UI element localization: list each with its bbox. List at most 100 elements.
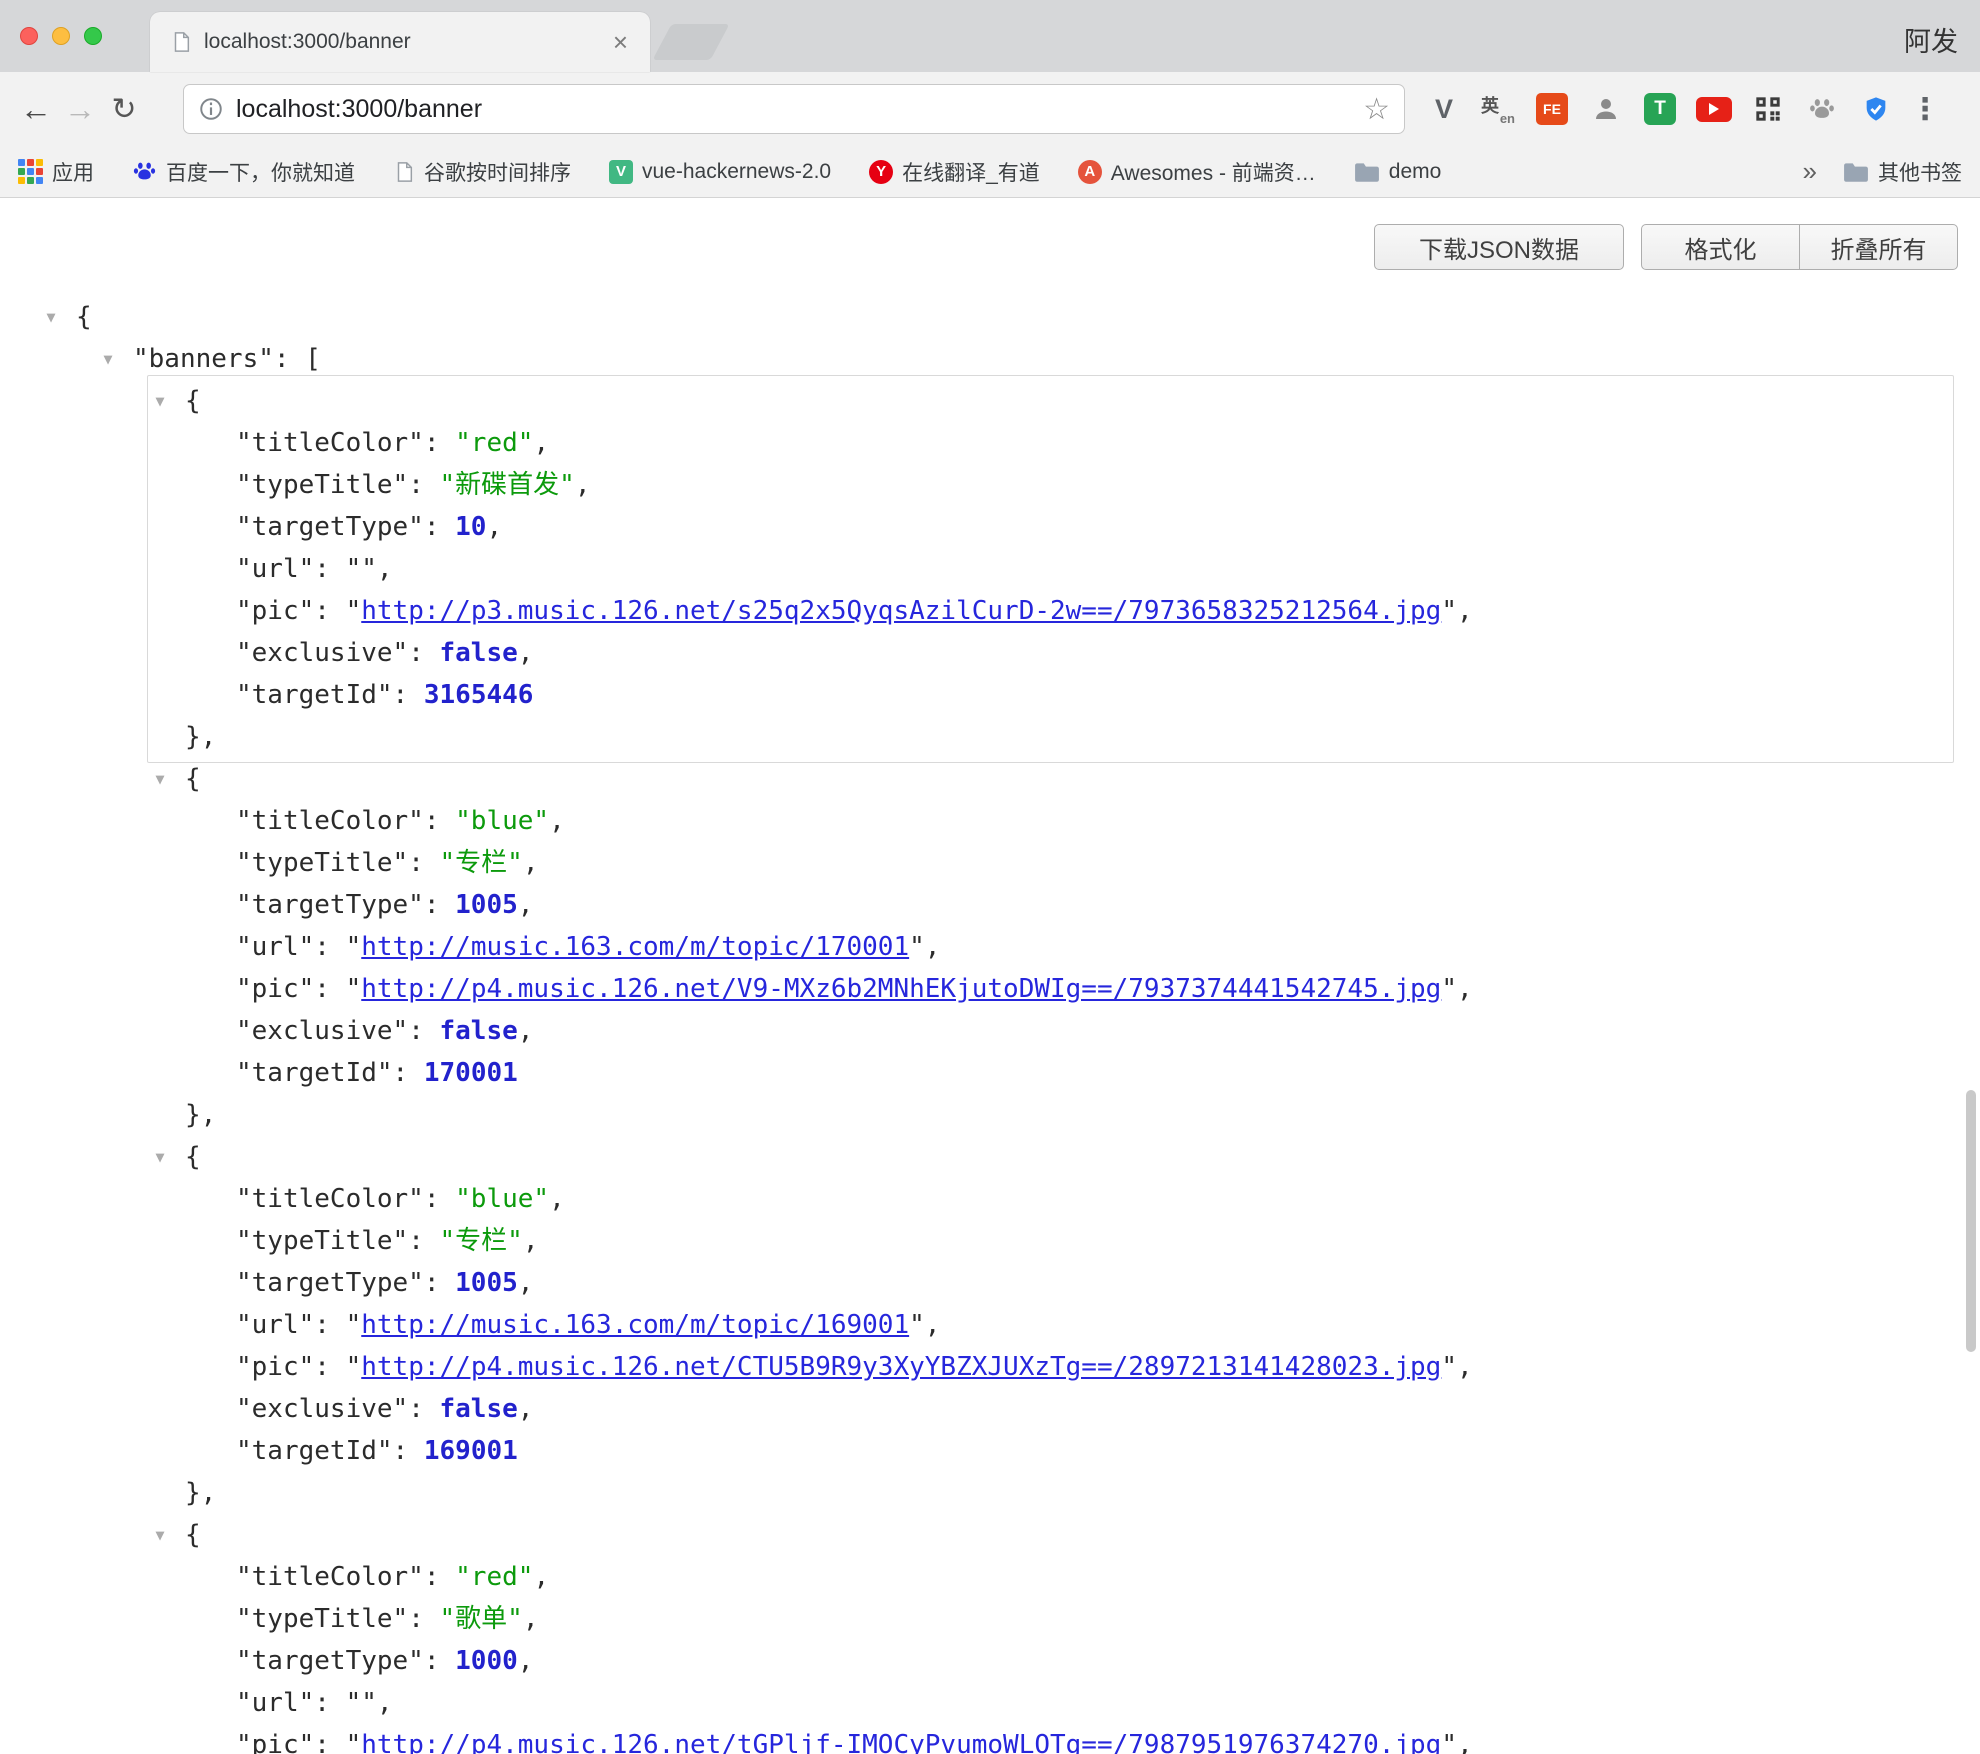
json-token-p: : xyxy=(408,1394,439,1424)
json-token-p: , xyxy=(549,806,565,836)
json-token-k: "targetType" xyxy=(236,512,424,542)
menu-dots-icon[interactable]: ⋮ xyxy=(1903,87,1947,131)
json-token-p: : xyxy=(408,470,439,500)
json-token-k: "exclusive" xyxy=(236,1016,408,1046)
json-token-p: : xyxy=(408,1016,439,1046)
bookmark-star-icon[interactable]: ☆ xyxy=(1363,92,1390,127)
extension-security-shield[interactable] xyxy=(1849,85,1903,133)
json-token-p: : xyxy=(424,512,455,542)
page-icon xyxy=(393,160,415,184)
json-line: "url": "", xyxy=(0,1682,1980,1724)
other-bookmarks-folder[interactable]: 其他书签 xyxy=(1843,157,1962,187)
extension-fe-helper[interactable]: FE xyxy=(1525,85,1579,133)
url-text[interactable]: localhost:3000/banner xyxy=(236,95,1363,124)
collapse-triangle-icon[interactable]: ▼ xyxy=(149,758,171,800)
collapse-triangle-icon[interactable]: ▼ xyxy=(149,1514,171,1556)
json-token-n: 1000 xyxy=(455,1646,518,1676)
json-token-p: " xyxy=(346,932,362,962)
json-token-p: : xyxy=(408,1226,439,1256)
json-token-p: : xyxy=(393,1436,424,1466)
bookmark-label: demo xyxy=(1389,160,1442,184)
extension-contacts[interactable] xyxy=(1579,85,1633,133)
bookmarks-overflow-chevron[interactable]: » xyxy=(1803,156,1817,187)
json-token-b: false xyxy=(440,1016,518,1046)
json-token-k: "pic" xyxy=(236,1352,314,1382)
json-line: "titleColor": "red", xyxy=(0,422,1980,464)
bookmark-item[interactable]: AAwesomes - 前端资… xyxy=(1078,157,1316,187)
extension-translate[interactable]: 英en xyxy=(1471,85,1525,133)
fe-helper-icon: FE xyxy=(1536,93,1568,125)
json-link[interactable]: http://p3.music.126.net/s25q2x5QyqsAzilC… xyxy=(361,596,1441,626)
json-link[interactable]: http://music.163.com/m/topic/170001 xyxy=(361,932,909,962)
json-line: "targetId": 170001 xyxy=(0,1052,1980,1094)
json-token-p: , xyxy=(1457,1352,1473,1382)
json-line: ▼{ xyxy=(0,758,1980,800)
bookmark-item[interactable]: 谷歌按时间排序 xyxy=(393,157,571,187)
collapse-triangle-icon[interactable]: ▼ xyxy=(40,296,62,338)
extension-qr-code[interactable] xyxy=(1741,85,1795,133)
minimize-window-button[interactable] xyxy=(52,27,70,45)
json-token-b: false xyxy=(440,1394,518,1424)
bookmark-item[interactable]: 应用 xyxy=(18,157,94,187)
extension-vimium[interactable]: V xyxy=(1417,85,1471,133)
browser-tab[interactable]: localhost:3000/banner × xyxy=(150,12,650,72)
json-link[interactable]: http://p4.music.126.net/CTU5B9R9y3XyYBZX… xyxy=(361,1352,1441,1382)
json-token-p: { xyxy=(185,764,201,794)
json-token-p: : xyxy=(424,1562,455,1592)
forward-icon: → xyxy=(58,87,102,131)
back-icon[interactable]: ← xyxy=(14,87,58,131)
reload-icon[interactable]: ↻ xyxy=(102,87,146,131)
json-token-n: 170001 xyxy=(424,1058,518,1088)
json-token-k: "targetId" xyxy=(236,680,393,710)
json-token-p: , xyxy=(377,1688,393,1718)
profile-name[interactable]: 阿发 xyxy=(1904,20,1958,59)
json-token-p: : xyxy=(314,554,345,584)
json-token-p: , xyxy=(549,1184,565,1214)
bookmark-item[interactable]: Y在线翻译_有道 xyxy=(869,157,1040,187)
json-line: "exclusive": false, xyxy=(0,1010,1980,1052)
json-token-k: "url" xyxy=(236,932,314,962)
json-token-k: "targetType" xyxy=(236,1268,424,1298)
tab-title: localhost:3000/banner xyxy=(204,30,611,54)
maximize-window-button[interactable] xyxy=(84,27,102,45)
new-tab-button[interactable] xyxy=(652,24,729,60)
json-token-p: , xyxy=(1457,596,1473,626)
json-token-p: " xyxy=(909,1310,925,1340)
extension-tampermonkey[interactable]: T xyxy=(1633,85,1687,133)
bookmark-item[interactable]: 百度一下，你就知道 xyxy=(132,157,355,187)
collapse-triangle-icon[interactable]: ▼ xyxy=(97,338,119,380)
bookmark-item[interactable]: demo xyxy=(1354,160,1442,184)
extension-youtube[interactable] xyxy=(1687,85,1741,133)
json-token-p: " xyxy=(346,974,362,1004)
bookmark-item[interactable]: Vvue-hackernews-2.0 xyxy=(609,160,831,184)
json-token-n: 1005 xyxy=(455,890,518,920)
scrollbar-thumb[interactable] xyxy=(1966,1090,1976,1352)
json-token-k: "url" xyxy=(236,554,314,584)
json-link[interactable]: http://p4.music.126.net/V9-MXz6b2MNhEKju… xyxy=(361,974,1441,1004)
json-line: "targetType": 1005, xyxy=(0,1262,1980,1304)
collapse-all-button[interactable]: 折叠所有 xyxy=(1799,224,1958,270)
json-token-p: , xyxy=(377,554,393,584)
json-token-p: , xyxy=(533,428,549,458)
tab-close-icon[interactable]: × xyxy=(611,29,630,55)
json-token-k: "titleColor" xyxy=(236,806,424,836)
collapse-triangle-icon[interactable]: ▼ xyxy=(149,1136,171,1178)
format-button[interactable]: 格式化 xyxy=(1641,224,1800,270)
json-line: "url": "", xyxy=(0,548,1980,590)
json-line: "targetType": 1000, xyxy=(0,1640,1980,1682)
collapse-triangle-icon[interactable]: ▼ xyxy=(149,380,171,422)
close-window-button[interactable] xyxy=(20,27,38,45)
json-link[interactable]: http://p4.music.126.net/tGPljf-IMOCyPvum… xyxy=(361,1730,1441,1754)
page-info-icon[interactable] xyxy=(198,96,224,122)
json-token-k: "url" xyxy=(236,1688,314,1718)
json-line: ▼{ xyxy=(0,1136,1980,1178)
download-json-button[interactable]: 下载JSON数据 xyxy=(1374,224,1624,270)
json-line: "typeTitle": "专栏", xyxy=(0,1220,1980,1262)
json-token-p: , xyxy=(533,1562,549,1592)
extension-paw[interactable] xyxy=(1795,85,1849,133)
address-bar[interactable]: localhost:3000/banner ☆ xyxy=(183,84,1405,134)
json-token-s: "专栏" xyxy=(440,1226,523,1256)
json-line: "exclusive": false, xyxy=(0,1388,1980,1430)
json-token-k: "typeTitle" xyxy=(236,1604,408,1634)
json-link[interactable]: http://music.163.com/m/topic/169001 xyxy=(361,1310,909,1340)
